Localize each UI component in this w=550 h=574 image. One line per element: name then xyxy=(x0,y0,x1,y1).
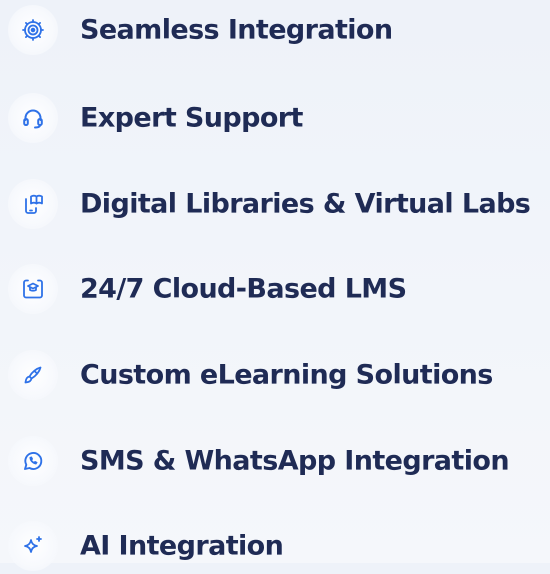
sparkle-icon xyxy=(8,521,58,571)
feature-item-sms-whatsapp: SMS & WhatsApp Integration xyxy=(0,433,550,489)
feature-list: Seamless Integration Expert Support Digi… xyxy=(0,0,550,571)
whatsapp-icon xyxy=(8,436,58,486)
pen-nib-icon xyxy=(8,350,58,400)
feature-label: AI Integration xyxy=(80,530,284,562)
gear-target-icon xyxy=(8,5,58,55)
mobile-book-icon xyxy=(8,179,58,229)
feature-item-expert-support: Expert Support xyxy=(0,90,550,146)
cloud-graduation-cap-icon xyxy=(8,264,58,314)
feature-label: SMS & WhatsApp Integration xyxy=(80,445,510,477)
headset-icon xyxy=(8,93,58,143)
feature-item-digital-libraries: Digital Libraries & Virtual Labs xyxy=(0,176,550,232)
feature-label: 24/7 Cloud-Based LMS xyxy=(80,273,407,305)
feature-label: Custom eLearning Solutions xyxy=(80,359,493,391)
feature-item-custom-elearning: Custom eLearning Solutions xyxy=(0,347,550,403)
feature-label: Digital Libraries & Virtual Labs xyxy=(80,188,531,220)
feature-item-seamless-integration: Seamless Integration xyxy=(0,2,550,58)
feature-label: Expert Support xyxy=(80,102,303,134)
feature-label: Seamless Integration xyxy=(80,14,393,46)
feature-item-cloud-lms: 24/7 Cloud-Based LMS xyxy=(0,261,550,317)
feature-item-ai-integration: AI Integration xyxy=(0,518,550,574)
